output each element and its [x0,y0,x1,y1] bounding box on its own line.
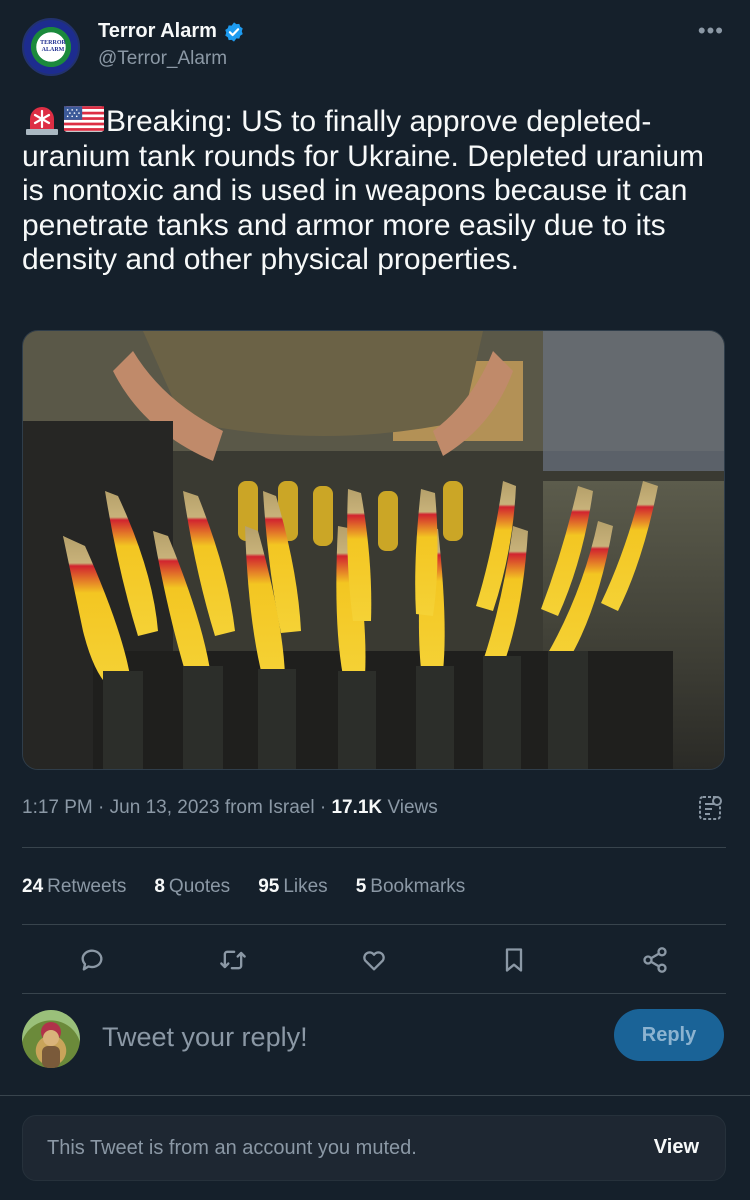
more-options-icon[interactable]: ••• [698,18,724,44]
author-display-name[interactable]: Terror Alarm [98,20,217,43]
verified-badge-icon [225,21,243,42]
bookmark-button[interactable] [494,940,534,980]
reply-icon [81,949,103,971]
divider [0,1095,750,1096]
user-avatar[interactable] [22,1010,80,1068]
reply-composer: Tweet your reply! Reply [22,1008,726,1070]
tweet-media-image[interactable] [22,330,725,770]
tweet-date[interactable]: Jun 13, 2023 [110,797,220,818]
meta-separator: · [98,797,105,818]
tweet-body-text: Breaking: US to finally approve depleted… [22,105,705,276]
quotes-count: 8 [154,876,165,897]
tweet-time[interactable]: 1:17 PM [22,797,93,818]
author-handle[interactable]: @Terror_Alarm [98,48,227,70]
retweet-button[interactable] [213,940,253,980]
meta-separator: · [319,797,327,818]
likes-count: 95 [258,876,280,897]
views-count: 17.1K [331,797,383,818]
view-muted-tweet-link[interactable]: View [654,1136,699,1159]
tweet-meta: 1:17 PM · Jun 13, 2023 from Israel · 17.… [22,797,438,819]
bookmarks-stat[interactable]: 5 Bookmarks [356,876,466,898]
bookmarks-count: 5 [355,876,367,897]
reply-input[interactable]: Tweet your reply! [102,1022,308,1053]
views-label: Views [387,797,438,818]
divider [22,924,726,925]
author-name-row: Terror Alarm [98,20,245,43]
action-bar [22,940,726,980]
ammunition-photo [23,331,724,769]
retweet-icon [220,950,246,970]
reply-button[interactable] [72,940,112,980]
us-flag-emoji-icon [64,106,104,132]
likes-stat[interactable]: 95 Likes [258,876,328,898]
tweet-source: from Israel [224,797,315,818]
divider [22,847,726,848]
reply-submit-button[interactable]: Reply [614,1009,724,1061]
avatar-logo-text: TERROR ALARM [40,40,66,53]
muted-notice-text: This Tweet is from an account you muted. [47,1137,417,1159]
user-avatar-image [41,1022,61,1068]
tweet-header: TERROR ALARM Terror Alarm @Terror_Alarm … [22,18,728,78]
quotes-stat[interactable]: 8 Quotes [154,876,230,898]
like-icon [363,951,385,971]
divider [22,993,726,994]
police-light-emoji-icon [26,107,58,135]
retweets-stat[interactable]: 24 Retweets [22,876,126,898]
bookmarks-label: Bookmarks [370,876,466,897]
muted-tweet-notice: This Tweet is from an account you muted.… [22,1115,726,1181]
tweet-text: Breaking: US to finally approve depleted… [22,103,732,278]
quotes-label: Quotes [168,876,231,897]
tweet-stats: 24 Retweets 8 Quotes 95 Likes 5 Bookmarks [22,876,465,898]
like-button[interactable] [354,940,394,980]
author-avatar[interactable]: TERROR ALARM [22,18,80,76]
retweets-label: Retweets [47,876,127,897]
share-button[interactable] [635,940,675,980]
bookmark-icon [505,948,523,972]
likes-label: Likes [283,876,328,897]
view-analytics-icon[interactable] [698,795,724,823]
share-icon [643,947,667,973]
retweets-count: 24 [22,876,44,897]
